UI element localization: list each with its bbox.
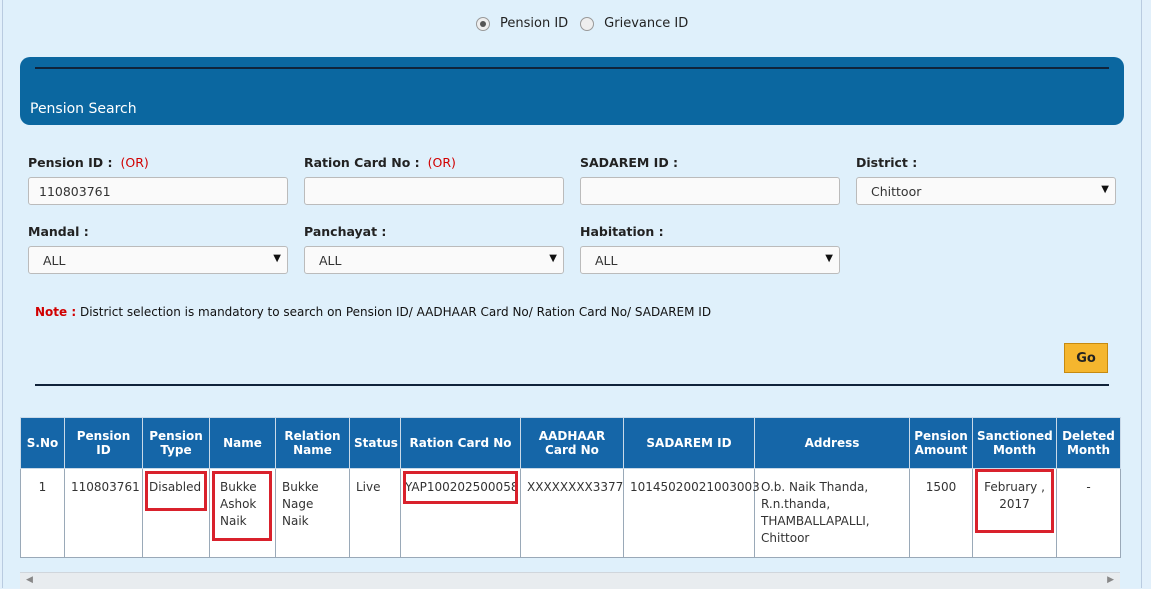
chevron-down-icon: ▼ [1101,184,1109,195]
col-header: Pension Amount [909,417,973,469]
cell-pension-id: 110803761 [64,468,143,558]
col-header: Status [349,417,401,469]
chevron-down-icon: ▼ [273,253,281,264]
cell-name: Bukke Ashok Naik [209,468,276,558]
col-header: Deleted Month [1056,417,1121,469]
cell-sanctioned-month: February , 2017 [972,468,1057,558]
sadarem-id-label: SADAREM ID : [580,155,679,170]
horizontal-scrollbar[interactable]: ◀ ▶ [20,572,1120,589]
panchayat-select-value: ALL [319,253,342,268]
pension-search-header: Pension Search [20,57,1124,125]
district-label: District : [856,155,918,170]
cell-deleted-month: - [1056,468,1121,558]
col-header: Pension ID [64,417,143,469]
header-rule [35,67,1109,69]
col-header: Address [754,417,910,469]
pension-id-input[interactable]: 110803761 [28,177,288,205]
habitation-select-value: ALL [595,253,618,268]
radio-grievance-id-label[interactable]: Grievance ID [604,16,688,31]
district-select[interactable]: Chittoor ▼ [856,177,1116,205]
cell-pension-type: Disabled [142,468,210,558]
ration-card-input[interactable] [304,177,564,205]
mandal-label: Mandal : [28,224,89,239]
pension-id-label: Pension ID : (OR) [28,155,149,170]
cell-sno: 1 [20,468,65,558]
note-prefix: Note : [35,305,77,319]
col-header: Relation Name [275,417,350,469]
habitation-label: Habitation : [580,224,664,239]
radio-pension-id-label[interactable]: Pension ID [500,16,568,31]
highlight-box: Bukke Ashok Naik [212,471,272,541]
cell-address: O.b. Naik Thanda, R.n.thanda, THAMBALLAP… [754,468,910,558]
cell-ration-card: YAP100202500058 [400,468,521,558]
cell-sadarem: 10145020021003003 [623,468,760,558]
table-header-row: S.No Pension ID Pension Type Name Relati… [20,417,1121,469]
chevron-down-icon: ▼ [549,253,557,264]
highlight-box: February , 2017 [975,469,1054,533]
col-header: Pension Type [142,417,210,469]
cell-relation-name: Bukke Nage Naik [275,468,350,558]
results-table: S.No Pension ID Pension Type Name Relati… [20,417,1121,558]
chevron-down-icon: ▼ [825,253,833,264]
ration-card-label: Ration Card No : (OR) [304,155,456,170]
scroll-left-icon[interactable]: ◀ [26,575,33,585]
table-row: 1 110803761 Disabled Bukke Ashok Naik Bu… [20,468,1121,558]
section-divider [35,384,1109,386]
panchayat-select[interactable]: ALL ▼ [304,246,564,274]
radio-pension-id[interactable] [476,16,490,31]
cell-status: Live [349,468,401,558]
col-header: S.No [20,417,65,469]
col-header: AADHAAR Card No [520,417,624,469]
mandal-select-value: ALL [43,253,66,268]
mandal-select[interactable]: ALL ▼ [28,246,288,274]
cell-aadhaar: XXXXXXXX3377 [520,468,624,558]
district-select-value: Chittoor [871,184,922,199]
highlight-box: YAP100202500058 [403,471,518,504]
panel-title: Pension Search [30,101,137,117]
radio-grievance-id[interactable] [580,16,595,31]
col-header: Name [209,417,276,469]
highlight-box: Disabled [145,471,207,511]
district-note: Note : District selection is mandatory t… [35,305,711,319]
go-button[interactable]: Go [1064,343,1108,373]
search-type-radio-group: Pension ID Grievance ID [476,16,700,31]
col-header: Sanctioned Month [972,417,1057,469]
col-header: SADAREM ID [623,417,755,469]
cell-pension-amount: 1500 [909,468,973,558]
sadarem-id-input[interactable] [580,177,840,205]
note-text: District selection is mandatory to searc… [79,305,712,319]
col-header: Ration Card No [400,417,521,469]
habitation-select[interactable]: ALL ▼ [580,246,840,274]
panchayat-label: Panchayat : [304,224,387,239]
scroll-right-icon[interactable]: ▶ [1107,575,1114,585]
